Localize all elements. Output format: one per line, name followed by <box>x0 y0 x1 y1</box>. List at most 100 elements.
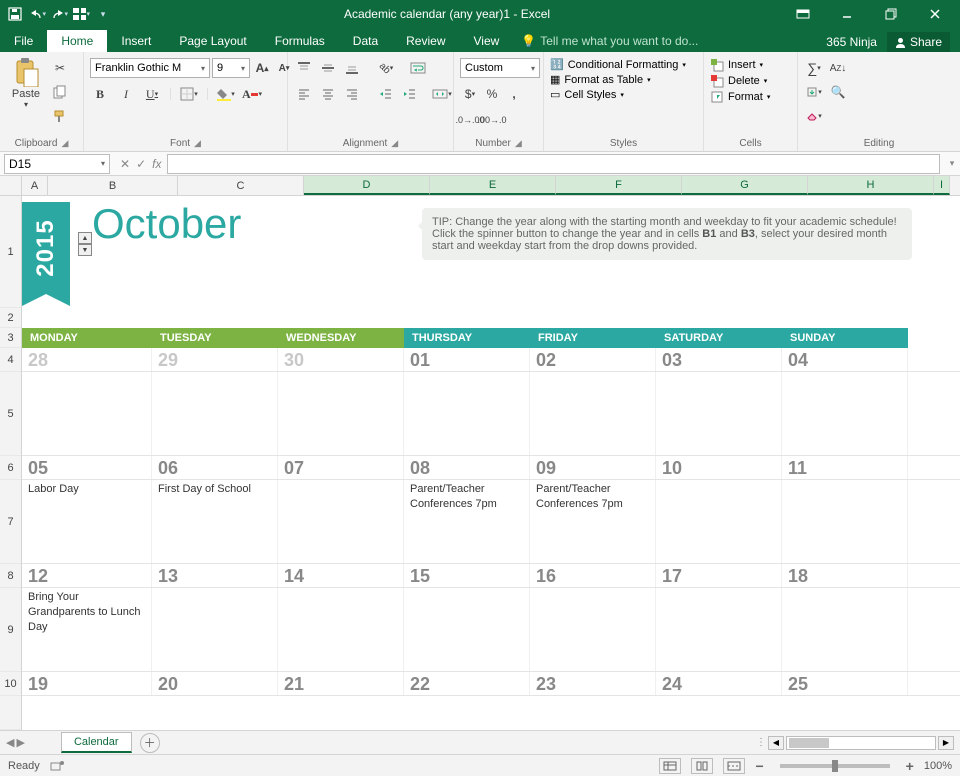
percent-icon[interactable]: % <box>482 84 502 104</box>
font-size-combo[interactable]: 9▾ <box>212 58 250 78</box>
tab-formulas[interactable]: Formulas <box>261 30 339 52</box>
underline-icon[interactable]: U▾ <box>142 84 162 104</box>
conditional-formatting-button[interactable]: 🔢Conditional Formatting▾ <box>550 58 686 71</box>
horizontal-scrollbar[interactable]: ⋮ ◀ ▶ <box>756 736 960 750</box>
align-right-icon[interactable] <box>342 84 362 104</box>
event-cell[interactable] <box>782 372 908 455</box>
find-select-icon[interactable]: 🔍 <box>828 82 848 102</box>
tab-review[interactable]: Review <box>392 30 459 52</box>
column-header-F[interactable]: F <box>556 176 682 195</box>
date-number[interactable]: 06 <box>152 456 278 479</box>
fill-icon[interactable]: ▾ <box>804 82 824 102</box>
event-cell[interactable] <box>278 372 404 455</box>
save-icon[interactable] <box>6 5 24 23</box>
increase-indent-icon[interactable] <box>400 84 420 104</box>
column-header-C[interactable]: C <box>178 176 304 195</box>
wrap-text-icon[interactable] <box>408 58 428 78</box>
event-cell[interactable] <box>530 372 656 455</box>
macro-record-icon[interactable] <box>50 760 64 772</box>
normal-view-icon[interactable] <box>659 758 681 774</box>
undo-icon[interactable]: ▾ <box>28 5 46 23</box>
zoom-percent[interactable]: 100% <box>924 760 952 772</box>
row-header-5[interactable]: 5 <box>0 372 21 456</box>
date-number[interactable]: 21 <box>278 672 404 695</box>
merge-center-icon[interactable]: ▾ <box>432 84 452 104</box>
decrease-indent-icon[interactable] <box>376 84 396 104</box>
column-header-B[interactable]: B <box>48 176 178 195</box>
date-number[interactable]: 22 <box>404 672 530 695</box>
date-number[interactable]: 05 <box>22 456 152 479</box>
date-number[interactable]: 11 <box>782 456 908 479</box>
date-number[interactable]: 09 <box>530 456 656 479</box>
date-number[interactable]: 17 <box>656 564 782 587</box>
event-cell[interactable] <box>530 588 656 671</box>
scroll-right-icon[interactable]: ▶ <box>938 736 954 750</box>
zoom-slider[interactable] <box>780 764 890 768</box>
format-painter-icon[interactable] <box>50 106 70 126</box>
tab-page-layout[interactable]: Page Layout <box>165 30 260 52</box>
align-middle-icon[interactable] <box>318 58 338 78</box>
tellme-search[interactable]: 💡Tell me what you want to do... <box>513 30 706 52</box>
quickstyles-icon[interactable]: ▾ <box>72 5 90 23</box>
borders-icon[interactable]: ▾ <box>179 84 199 104</box>
event-cell[interactable] <box>656 588 782 671</box>
cancel-entry-icon[interactable]: ✕ <box>120 157 130 171</box>
tab-data[interactable]: Data <box>339 30 392 52</box>
event-cell[interactable] <box>404 372 530 455</box>
currency-icon[interactable]: $▾ <box>460 84 480 104</box>
autosum-icon[interactable]: ∑▾ <box>804 58 824 78</box>
date-number[interactable]: 30 <box>278 348 404 371</box>
row-header-9[interactable]: 9 <box>0 588 21 672</box>
date-number[interactable]: 04 <box>782 348 908 371</box>
font-name-combo[interactable]: Franklin Gothic M▾ <box>90 58 210 78</box>
sort-filter-icon[interactable]: AZ↓ <box>828 58 848 78</box>
clear-icon[interactable]: ▾ <box>804 106 824 126</box>
event-cell[interactable] <box>278 480 404 563</box>
font-color-icon[interactable]: A▾ <box>242 84 262 104</box>
event-cell[interactable] <box>656 372 782 455</box>
scroll-left-icon[interactable]: ◀ <box>768 736 784 750</box>
dialog-launcher-icon[interactable]: ◢ <box>194 138 201 149</box>
column-header-A[interactable]: A <box>22 176 48 195</box>
comma-icon[interactable]: , <box>504 84 524 104</box>
date-number[interactable]: 19 <box>22 672 152 695</box>
event-cell[interactable]: Parent/Teacher Conferences 7pm <box>404 480 530 563</box>
close-icon[interactable] <box>914 0 956 28</box>
year-spinner[interactable]: ▲ ▼ <box>78 232 92 256</box>
row-header-8[interactable]: 8 <box>0 564 21 588</box>
date-number[interactable]: 25 <box>782 672 908 695</box>
date-number[interactable]: 07 <box>278 456 404 479</box>
cell-styles-button[interactable]: ▭Cell Styles▾ <box>550 88 624 101</box>
date-number[interactable]: 28 <box>22 348 152 371</box>
row-header-7[interactable]: 7 <box>0 480 21 564</box>
dialog-launcher-icon[interactable]: ◢ <box>61 138 68 149</box>
date-number[interactable]: 01 <box>404 348 530 371</box>
event-cell[interactable] <box>782 480 908 563</box>
fx-icon[interactable]: fx <box>152 157 161 171</box>
insert-cells-button[interactable]: Insert▾ <box>710 58 763 72</box>
date-number[interactable]: 08 <box>404 456 530 479</box>
tab-home[interactable]: Home <box>47 30 107 52</box>
column-header-H[interactable]: H <box>808 176 934 195</box>
event-cell[interactable]: Labor Day <box>22 480 152 563</box>
share-button[interactable]: Share <box>887 32 950 52</box>
minimize-icon[interactable] <box>826 0 868 28</box>
sheet-tab-calendar[interactable]: Calendar <box>61 732 132 753</box>
qat-customize-icon[interactable]: ▾ <box>94 5 112 23</box>
spinner-up-icon[interactable]: ▲ <box>78 232 92 244</box>
date-number[interactable]: 02 <box>530 348 656 371</box>
date-number[interactable]: 18 <box>782 564 908 587</box>
format-cells-button[interactable]: Format▾ <box>710 90 770 104</box>
formula-input[interactable] <box>167 154 940 174</box>
decrease-decimal-icon[interactable]: .00→.0 <box>482 110 502 130</box>
confirm-entry-icon[interactable]: ✓ <box>136 157 146 171</box>
ribbon-options-icon[interactable] <box>782 0 824 28</box>
date-number[interactable]: 13 <box>152 564 278 587</box>
column-header-G[interactable]: G <box>682 176 808 195</box>
sheet-nav-prev-icon[interactable]: ◀ <box>6 736 14 749</box>
redo-icon[interactable]: ▾ <box>50 5 68 23</box>
event-cell[interactable] <box>404 588 530 671</box>
copy-icon[interactable] <box>50 82 70 102</box>
scroll-thumb[interactable] <box>789 738 829 748</box>
tab-view[interactable]: View <box>460 30 514 52</box>
